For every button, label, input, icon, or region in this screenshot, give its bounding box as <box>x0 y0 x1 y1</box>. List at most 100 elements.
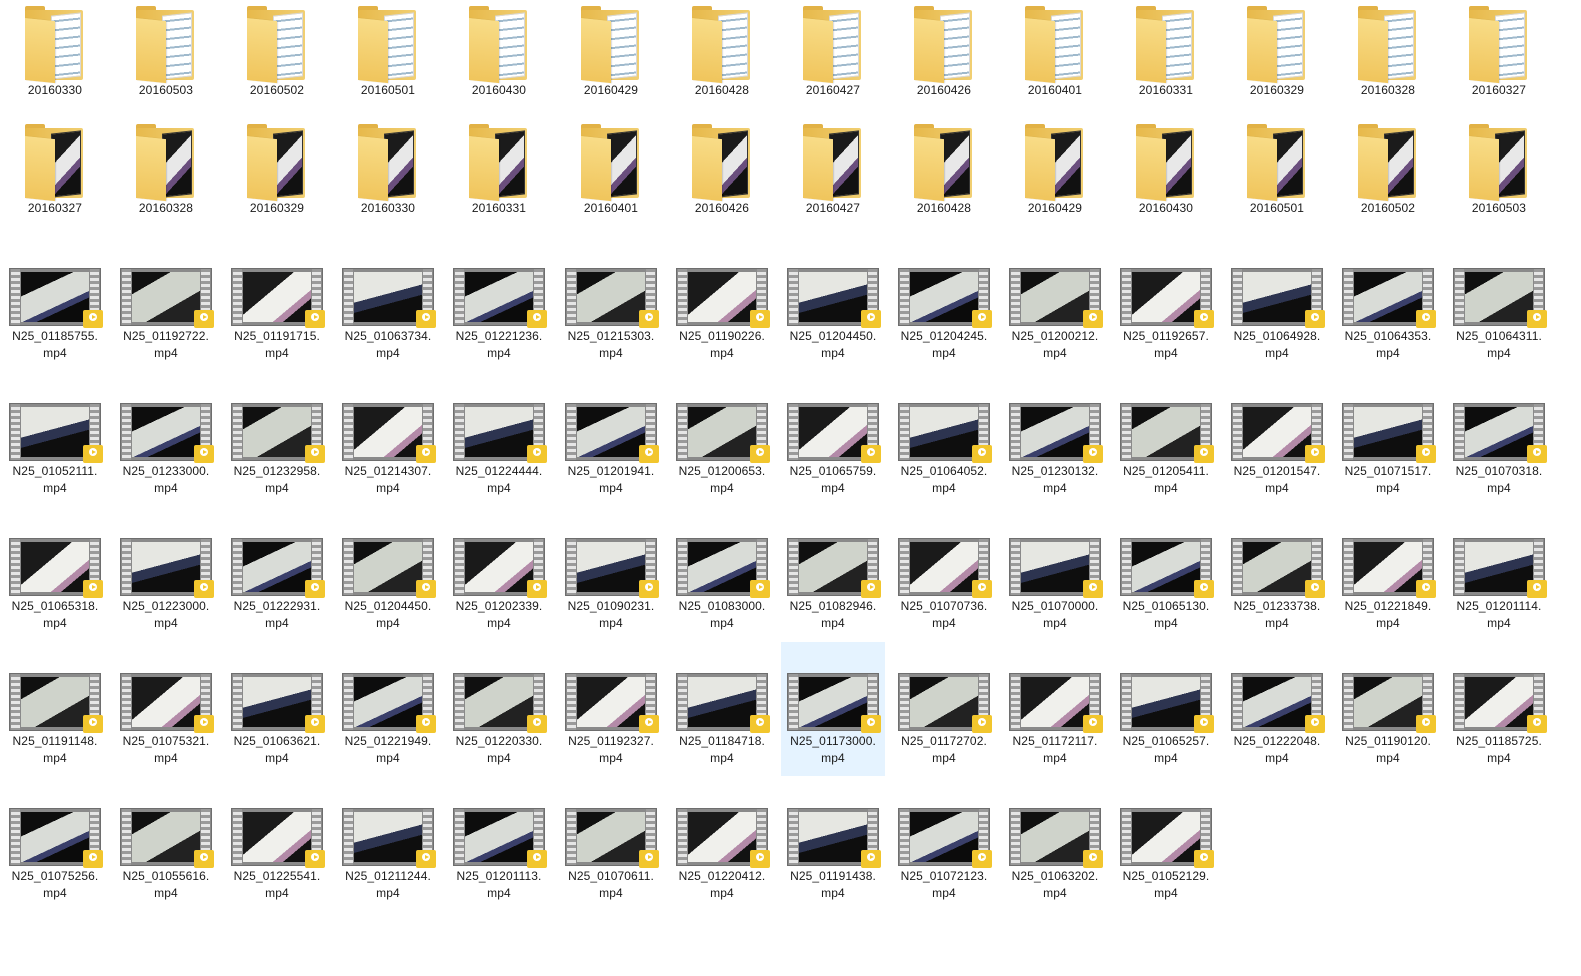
video-file-item[interactable]: N25_01221949. mp4 <box>336 673 440 767</box>
video-file-item[interactable]: N25_01055616. mp4 <box>114 808 218 902</box>
folder-item[interactable]: 20160328 <box>1336 4 1440 99</box>
video-file-item[interactable]: N25_01201547. mp4 <box>1225 403 1329 497</box>
video-file-item[interactable]: N25_01220330. mp4 <box>447 673 551 767</box>
folder-item[interactable]: 20160331 <box>1114 4 1218 99</box>
folder-item[interactable]: 20160426 <box>670 122 774 217</box>
folder-item[interactable]: 20160501 <box>336 4 440 99</box>
folder-item[interactable]: 20160503 <box>114 4 218 99</box>
video-file-item[interactable]: N25_01233738. mp4 <box>1225 538 1329 632</box>
video-file-item[interactable]: N25_01090231. mp4 <box>559 538 663 632</box>
video-file-item[interactable]: N25_01173000. mp4 <box>781 642 885 776</box>
folder-item[interactable]: 20160329 <box>225 122 329 217</box>
video-file-item[interactable]: N25_01220412. mp4 <box>670 808 774 902</box>
video-file-item[interactable]: N25_01071517. mp4 <box>1336 403 1440 497</box>
folder-item[interactable]: 20160328 <box>114 122 218 217</box>
video-file-item[interactable]: N25_01223000. mp4 <box>114 538 218 632</box>
folder-item[interactable]: 20160427 <box>781 4 885 99</box>
video-file-item[interactable]: N25_01065759. mp4 <box>781 403 885 497</box>
video-file-item[interactable]: N25_01221849. mp4 <box>1336 538 1440 632</box>
video-file-item[interactable]: N25_01190120. mp4 <box>1336 673 1440 767</box>
folder-item[interactable]: 20160329 <box>1225 4 1329 99</box>
video-file-item[interactable]: N25_01205411. mp4 <box>1114 403 1218 497</box>
video-file-item[interactable]: N25_01192722. mp4 <box>114 268 218 362</box>
video-file-item[interactable]: N25_01065257. mp4 <box>1114 673 1218 767</box>
video-file-item[interactable]: N25_01192327. mp4 <box>559 673 663 767</box>
folder-item[interactable]: 20160401 <box>559 122 663 217</box>
video-file-item[interactable]: N25_01063621. mp4 <box>225 673 329 767</box>
video-file-item[interactable]: N25_01202339. mp4 <box>447 538 551 632</box>
folder-item[interactable]: 20160430 <box>447 4 551 99</box>
video-file-item[interactable]: N25_01201114. mp4 <box>1447 538 1551 632</box>
video-file-item[interactable]: N25_01222931. mp4 <box>225 538 329 632</box>
folder-item[interactable]: 20160429 <box>1003 122 1107 217</box>
video-file-item[interactable]: N25_01222048. mp4 <box>1225 673 1329 767</box>
folder-item[interactable]: 20160401 <box>1003 4 1107 99</box>
video-file-item[interactable]: N25_01064052. mp4 <box>892 403 996 497</box>
video-file-item[interactable]: N25_01063734. mp4 <box>336 268 440 362</box>
folder-item[interactable]: 20160503 <box>1447 122 1551 217</box>
video-file-item[interactable]: N25_01070318. mp4 <box>1447 403 1551 497</box>
video-file-item[interactable]: N25_01204450. mp4 <box>781 268 885 362</box>
folder-item[interactable]: 20160327 <box>1447 4 1551 99</box>
video-file-item[interactable]: N25_01082946. mp4 <box>781 538 885 632</box>
folder-item[interactable]: 20160330 <box>336 122 440 217</box>
video-file-item[interactable]: N25_01233000. mp4 <box>114 403 218 497</box>
video-file-item[interactable]: N25_01064928. mp4 <box>1225 268 1329 362</box>
video-file-item[interactable]: N25_01192657. mp4 <box>1114 268 1218 362</box>
video-file-item[interactable]: N25_01185725. mp4 <box>1447 673 1551 767</box>
folder-item[interactable]: 20160426 <box>892 4 996 99</box>
video-file-item[interactable]: N25_01070736. mp4 <box>892 538 996 632</box>
video-file-item[interactable]: N25_01064311. mp4 <box>1447 268 1551 362</box>
video-file-item[interactable]: N25_01072123. mp4 <box>892 808 996 902</box>
video-file-item[interactable]: N25_01075256. mp4 <box>3 808 107 902</box>
video-file-item[interactable]: N25_01052111. mp4 <box>3 403 107 497</box>
video-file-item[interactable]: N25_01083000. mp4 <box>670 538 774 632</box>
video-file-item[interactable]: N25_01201113. mp4 <box>447 808 551 902</box>
folder-item[interactable]: 20160429 <box>559 4 663 99</box>
folder-item[interactable]: 20160502 <box>1336 122 1440 217</box>
video-file-item[interactable]: N25_01201941. mp4 <box>559 403 663 497</box>
player-badge-icon <box>527 445 547 463</box>
player-badge-icon <box>305 715 325 733</box>
video-file-item[interactable]: N25_01214307. mp4 <box>336 403 440 497</box>
video-file-item[interactable]: N25_01063202. mp4 <box>1003 808 1107 902</box>
folder-item[interactable]: 20160427 <box>781 122 885 217</box>
video-file-item[interactable]: N25_01221236. mp4 <box>447 268 551 362</box>
video-file-item[interactable]: N25_01075321. mp4 <box>114 673 218 767</box>
video-file-item[interactable]: N25_01200212. mp4 <box>1003 268 1107 362</box>
folder-item[interactable]: 20160331 <box>447 122 551 217</box>
video-file-item[interactable]: N25_01191715. mp4 <box>225 268 329 362</box>
video-file-item[interactable]: N25_01204245. mp4 <box>892 268 996 362</box>
video-file-item[interactable]: N25_01172702. mp4 <box>892 673 996 767</box>
folder-item[interactable]: 20160327 <box>3 122 107 217</box>
video-file-item[interactable]: N25_01191438. mp4 <box>781 808 885 902</box>
video-file-item[interactable]: N25_01052129. mp4 <box>1114 808 1218 902</box>
video-file-item[interactable]: N25_01211244. mp4 <box>336 808 440 902</box>
video-file-item[interactable]: N25_01065318. mp4 <box>3 538 107 632</box>
video-file-item[interactable]: N25_01065130. mp4 <box>1114 538 1218 632</box>
video-file-item[interactable]: N25_01190226. mp4 <box>670 268 774 362</box>
video-file-item[interactable]: N25_01184718. mp4 <box>670 673 774 767</box>
folder-item[interactable]: 20160430 <box>1114 122 1218 217</box>
video-file-item[interactable]: N25_01215303. mp4 <box>559 268 663 362</box>
video-file-item[interactable]: N25_01225541. mp4 <box>225 808 329 902</box>
video-file-item[interactable]: N25_01191148. mp4 <box>3 673 107 767</box>
folder-item[interactable]: 20160501 <box>1225 122 1329 217</box>
video-file-item[interactable]: N25_01185755. mp4 <box>3 268 107 362</box>
folder-item[interactable]: 20160330 <box>3 4 107 99</box>
folder-item[interactable]: 20160502 <box>225 4 329 99</box>
video-file-ext: mp4 <box>154 886 178 900</box>
video-file-item[interactable]: N25_01204450. mp4 <box>336 538 440 632</box>
video-frame <box>1243 542 1311 592</box>
video-file-item[interactable]: N25_01064353. mp4 <box>1336 268 1440 362</box>
video-file-item[interactable]: N25_01230132. mp4 <box>1003 403 1107 497</box>
video-file-item[interactable]: N25_01070000. mp4 <box>1003 538 1107 632</box>
video-file-item[interactable]: N25_01224444. mp4 <box>447 403 551 497</box>
video-thumbnail <box>1453 673 1547 733</box>
folder-item[interactable]: 20160428 <box>670 4 774 99</box>
folder-item[interactable]: 20160428 <box>892 122 996 217</box>
video-file-item[interactable]: N25_01200653. mp4 <box>670 403 774 497</box>
video-file-item[interactable]: N25_01172117. mp4 <box>1003 673 1107 767</box>
video-file-item[interactable]: N25_01070611. mp4 <box>559 808 663 902</box>
video-file-item[interactable]: N25_01232958. mp4 <box>225 403 329 497</box>
